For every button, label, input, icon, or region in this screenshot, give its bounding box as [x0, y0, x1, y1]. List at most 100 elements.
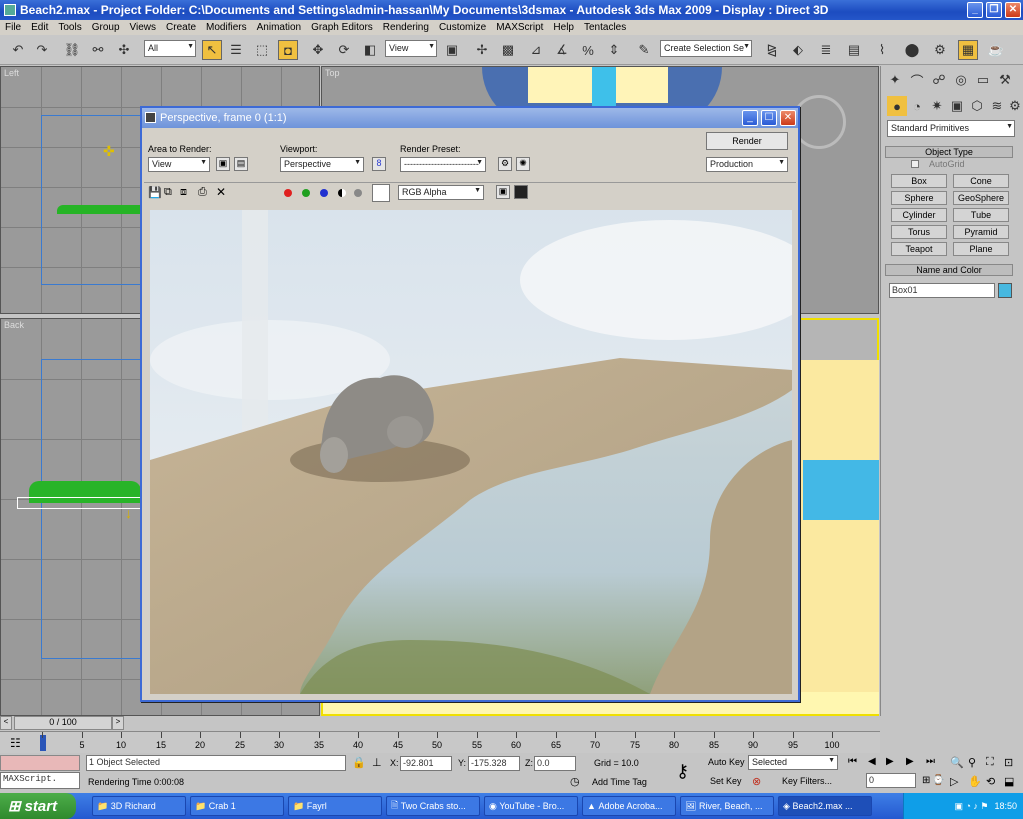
- rendered-frame-window-icon[interactable]: ▦: [958, 40, 978, 60]
- field-of-view-icon[interactable]: ▷: [950, 775, 958, 788]
- time-slider-prev[interactable]: <: [0, 716, 12, 730]
- z-coordinate-input[interactable]: 0.0: [534, 756, 576, 771]
- play-icon[interactable]: ▶: [886, 756, 894, 767]
- y-coordinate-input[interactable]: -175.328: [468, 756, 520, 771]
- time-config-icon[interactable]: ⌚: [932, 775, 944, 786]
- menu-tentacles[interactable]: Tentacles: [579, 22, 631, 33]
- spacewarps-icon[interactable]: ≋: [987, 96, 1007, 116]
- menu-graph-editors[interactable]: Graph Editors: [306, 22, 378, 33]
- menu-rendering[interactable]: Rendering: [378, 22, 434, 33]
- lock-selection-icon[interactable]: 🔒: [352, 756, 366, 769]
- render-maximize-button[interactable]: ☐: [761, 110, 777, 126]
- zoom-extents-all-icon[interactable]: ⊡: [1004, 756, 1013, 769]
- taskbar-item-active[interactable]: ◈ Beach2.max ...: [778, 796, 872, 816]
- menu-modifiers[interactable]: Modifiers: [201, 22, 252, 33]
- set-key-icon[interactable]: ⚷: [676, 761, 689, 782]
- maximize-viewport-icon[interactable]: ⬓: [1004, 775, 1014, 788]
- cameras-icon[interactable]: ▣: [947, 96, 967, 116]
- current-frame-input[interactable]: 0: [866, 773, 916, 788]
- render-button[interactable]: Render: [706, 132, 788, 150]
- alpha-channel-icon[interactable]: [338, 189, 346, 197]
- maxscript-listener[interactable]: MAXScript.: [0, 772, 80, 789]
- move-gizmo-icon[interactable]: ↓: [125, 505, 132, 521]
- rectangular-selection-icon[interactable]: ⬚: [252, 40, 272, 60]
- print-image-icon[interactable]: ⎙: [198, 186, 207, 199]
- menu-views[interactable]: Views: [125, 22, 162, 33]
- render-setup-icon[interactable]: ⚙: [930, 40, 950, 60]
- auto-region-icon[interactable]: ▤: [234, 157, 248, 171]
- geosphere-button[interactable]: GeoSphere: [953, 191, 1009, 205]
- scale-icon[interactable]: ◧: [360, 40, 380, 60]
- color-swatch[interactable]: [372, 184, 390, 202]
- shapes-icon[interactable]: ◔: [907, 96, 927, 116]
- zoom-icon[interactable]: 🔍: [950, 756, 964, 769]
- window-crossing-icon[interactable]: ◘: [278, 40, 298, 60]
- snap-toggle-icon[interactable]: ⊿: [526, 40, 546, 60]
- clone-window-icon[interactable]: ⧈: [180, 186, 187, 199]
- clear-image-icon[interactable]: ✕: [216, 185, 226, 199]
- next-frame-icon[interactable]: ▶: [906, 756, 914, 767]
- set-key-button[interactable]: Set Key: [710, 776, 742, 786]
- viewport-dropdown[interactable]: Perspective: [280, 157, 364, 172]
- edit-region-icon[interactable]: ▣: [216, 157, 230, 171]
- cylinder-button[interactable]: Cylinder: [891, 208, 947, 222]
- blue-channel-icon[interactable]: [320, 189, 328, 197]
- menu-file[interactable]: File: [0, 22, 26, 33]
- render-mode-dropdown[interactable]: Production: [706, 157, 788, 172]
- taskbar-item[interactable]: 🗎 Two Crabs sto...: [386, 796, 480, 816]
- torus-button[interactable]: Torus: [891, 225, 947, 239]
- red-channel-icon[interactable]: [284, 189, 292, 197]
- viewport-back-label[interactable]: Back: [4, 320, 24, 330]
- tube-button[interactable]: Tube: [953, 208, 1009, 222]
- render-preset-dropdown[interactable]: -------------------------: [400, 157, 486, 172]
- maxscript-listener-top[interactable]: [0, 755, 80, 771]
- orbit-icon[interactable]: ⟲: [986, 775, 995, 788]
- start-button[interactable]: ⊞ start: [0, 793, 76, 819]
- track-bar-menu-icon[interactable]: ☷: [10, 736, 21, 750]
- undo-icon[interactable]: ↶: [8, 40, 28, 60]
- geometry-icon[interactable]: ●: [887, 96, 907, 116]
- box-button[interactable]: Box: [891, 174, 947, 188]
- tray-icons[interactable]: ▣ ◔ ♪ ⚑: [954, 801, 988, 812]
- taskbar-item[interactable]: ▲ Adobe Acroba...: [582, 796, 676, 816]
- track-bar[interactable]: ☷ 5 10 15 20 25 30 35 40 45 50 55 60 65 70 75 80 85 90 95 1…: [0, 731, 880, 753]
- object-type-rollout[interactable]: Object Type: [885, 146, 1013, 158]
- percent-snap-icon[interactable]: %: [578, 40, 598, 60]
- time-slider-next[interactable]: >: [112, 716, 124, 730]
- viewport-left-label[interactable]: Left: [4, 68, 19, 78]
- curve-editor-icon[interactable]: ⌇: [872, 40, 892, 60]
- redo-icon[interactable]: ↷: [32, 40, 52, 60]
- pivot-center-icon[interactable]: ▣: [442, 40, 462, 60]
- minimize-button[interactable]: _: [967, 2, 983, 18]
- hierarchy-tab-icon[interactable]: ☍: [929, 70, 949, 90]
- taskbar-item[interactable]: 📁 Fayrl: [288, 796, 382, 816]
- selection-filter-dropdown[interactable]: All: [144, 40, 196, 57]
- motion-tab-icon[interactable]: ◎: [951, 70, 971, 90]
- green-channel-icon[interactable]: [302, 189, 310, 197]
- select-object-icon[interactable]: ↖: [202, 40, 222, 60]
- add-time-tag-button[interactable]: Add Time Tag: [592, 777, 647, 787]
- helpers-icon[interactable]: ⬡: [967, 96, 987, 116]
- layer-manager-icon[interactable]: ≣: [816, 40, 836, 60]
- object-name-input[interactable]: Box01: [889, 283, 995, 298]
- close-button[interactable]: ✕: [1005, 2, 1021, 18]
- display-tab-icon[interactable]: ▭: [973, 70, 993, 90]
- keyboard-shortcut-icon[interactable]: ▩: [498, 40, 518, 60]
- align-icon[interactable]: ⬖: [788, 40, 808, 60]
- menu-edit[interactable]: Edit: [26, 22, 53, 33]
- restore-button[interactable]: ❐: [986, 2, 1002, 18]
- teapot-button[interactable]: Teapot: [891, 242, 947, 256]
- reference-coordinate-dropdown[interactable]: View: [385, 40, 437, 57]
- area-to-render-dropdown[interactable]: View: [148, 157, 210, 172]
- key-mode-dropdown[interactable]: Selected: [748, 755, 838, 770]
- save-image-icon[interactable]: 💾: [148, 186, 162, 199]
- key-filters-button[interactable]: Key Filters...: [782, 776, 832, 786]
- taskbar-item[interactable]: ◉ YouTube - Bro...: [484, 796, 578, 816]
- lights-icon[interactable]: ✷: [927, 96, 947, 116]
- autogrid-checkbox[interactable]: [911, 160, 919, 168]
- taskbar-item[interactable]: 📁 Crab 1: [190, 796, 284, 816]
- systems-icon[interactable]: ⚙: [1005, 96, 1023, 116]
- menu-create[interactable]: Create: [161, 22, 201, 33]
- absolute-mode-icon[interactable]: ⊥: [372, 756, 382, 769]
- copy-image-icon[interactable]: ⧉: [164, 186, 172, 199]
